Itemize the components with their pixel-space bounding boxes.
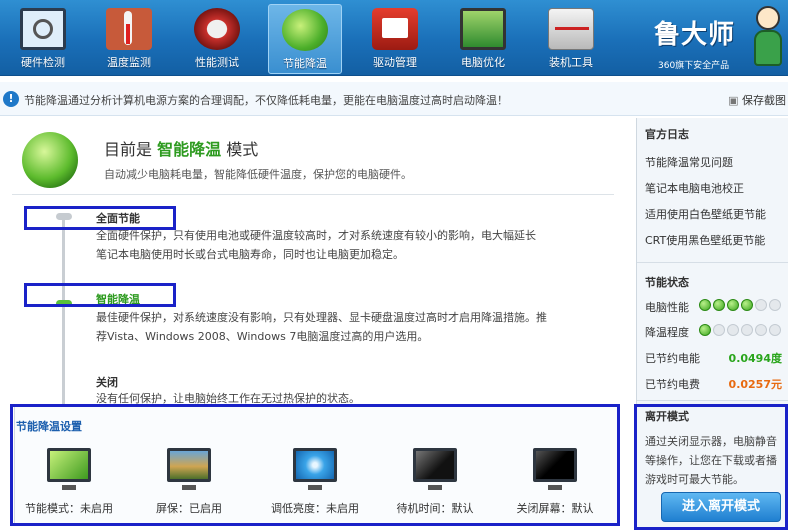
tool-energy-saving[interactable]: 节能降温 [268, 4, 342, 74]
mode-suffix: 模式 [226, 140, 259, 159]
saved-money-value: 0.0257元 [728, 378, 782, 391]
mode-title: 目前是 智能降温 模式 [104, 136, 258, 160]
rating-dot [699, 299, 711, 311]
tool-label: 性能测试 [195, 56, 239, 69]
log-link-crt-wallpaper[interactable]: CRT使用黑色壁纸更节能 [645, 232, 765, 248]
log-link-battery[interactable]: 笔记本电脑电池校正 [645, 180, 744, 196]
screen-broom-icon [460, 8, 506, 50]
option-off[interactable]: 关闭 [96, 374, 118, 390]
main-panel: 目前是 智能降温 模式 自动减少电脑耗电量，智能降低硬件温度，保护您的电脑硬件。… [0, 118, 632, 530]
highlight-box [24, 206, 176, 230]
save-screenshot-link[interactable]: 保存截图 [728, 92, 786, 108]
temp-label: 降温程度 [645, 326, 689, 339]
tool-install-tools[interactable]: 装机工具 [534, 4, 608, 74]
info-icon: ! [3, 91, 19, 107]
tool-temperature[interactable]: 温度监测 [92, 4, 166, 74]
brand-title: 鲁大师 [654, 20, 736, 50]
rating-dot [769, 299, 781, 311]
divider [637, 262, 788, 263]
option-smart-cooling-desc-1: 最佳硬件保护，对系统速度没有影响，只有处理器、显卡硬盘温度过高时才启用降温措施。… [96, 311, 547, 324]
mascot-icon [752, 6, 782, 68]
saved-power-label: 已节约电能 [645, 352, 700, 365]
mode-prefix: 目前是 [104, 140, 153, 159]
rating-dot [755, 324, 767, 336]
gauge-icon [194, 8, 240, 50]
monitor-magnifier-icon [20, 8, 66, 50]
option-full-saving-desc-2: 笔记本电脑使用时长或台式电脑寿命，同时也让电脑更加稳定。 [96, 248, 404, 261]
option-smart-cooling-desc-2: 荐Vista、Windows 2008、Windows 7电脑温度过高的用户选用… [96, 330, 429, 343]
tool-driver-management[interactable]: 驱动管理 [358, 4, 432, 74]
temp-rating [699, 324, 781, 338]
mode-slider-track[interactable] [62, 214, 65, 404]
highlight-box [24, 283, 176, 307]
driver-box-icon [372, 8, 418, 50]
rating-dot [699, 324, 711, 336]
mode-name: 智能降温 [157, 140, 222, 159]
thermometer-icon [106, 8, 152, 50]
log-link-faq[interactable]: 节能降温常见问题 [645, 154, 733, 170]
log-link-white-wallpaper[interactable]: 适用使用白色壁纸更节能 [645, 206, 766, 222]
toolcase-icon [548, 8, 594, 50]
perf-label: 电脑性能 [645, 301, 689, 314]
rating-dot [755, 299, 767, 311]
perf-rating [699, 299, 781, 313]
brand-subtitle: 360旗下安全产品 [658, 61, 730, 71]
saved-power-value: 0.0494度 [728, 352, 782, 365]
tool-label: 装机工具 [549, 56, 593, 69]
leaf-icon [282, 9, 328, 51]
tool-performance[interactable]: 性能测试 [180, 4, 254, 74]
official-log-title: 官方日志 [645, 128, 689, 141]
brand-logo: 鲁大师 360旗下安全产品 [652, 4, 782, 72]
rating-dot [741, 324, 753, 336]
tool-label: 节能降温 [283, 57, 327, 70]
rating-dot [741, 299, 753, 311]
rating-dot [769, 324, 781, 336]
main-toolbar: 硬件检测 温度监测 性能测试 节能降温 驱动管理 电脑优化 装机工具 鲁大师 3… [0, 0, 788, 76]
saved-money-label: 已节约电费 [645, 378, 700, 391]
notice-bar: ! 节能降温通过分析计算机电源方案的合理调配，不仅降低耗电量，更能在电脑温度过高… [0, 82, 788, 116]
tool-label: 电脑优化 [461, 56, 505, 69]
leaf-mode-icon [22, 132, 78, 188]
divider [637, 400, 788, 401]
tool-hardware-check[interactable]: 硬件检测 [6, 4, 80, 74]
tool-label: 驱动管理 [373, 56, 417, 69]
tool-pc-optimize[interactable]: 电脑优化 [446, 4, 520, 74]
highlight-box [634, 404, 788, 530]
mode-description: 自动减少电脑耗电量，智能降低硬件温度，保护您的电脑硬件。 [104, 168, 412, 181]
status-title: 节能状态 [645, 276, 689, 289]
tool-label: 硬件检测 [21, 56, 65, 69]
notice-text: 节能降温通过分析计算机电源方案的合理调配，不仅降低耗电量，更能在电脑温度过高时启… [24, 94, 508, 107]
rating-dot [713, 324, 725, 336]
rating-dot [713, 299, 725, 311]
rating-dot [727, 299, 739, 311]
divider [12, 194, 614, 195]
highlight-box [10, 404, 620, 526]
rating-dot [727, 324, 739, 336]
tool-label: 温度监测 [107, 56, 151, 69]
